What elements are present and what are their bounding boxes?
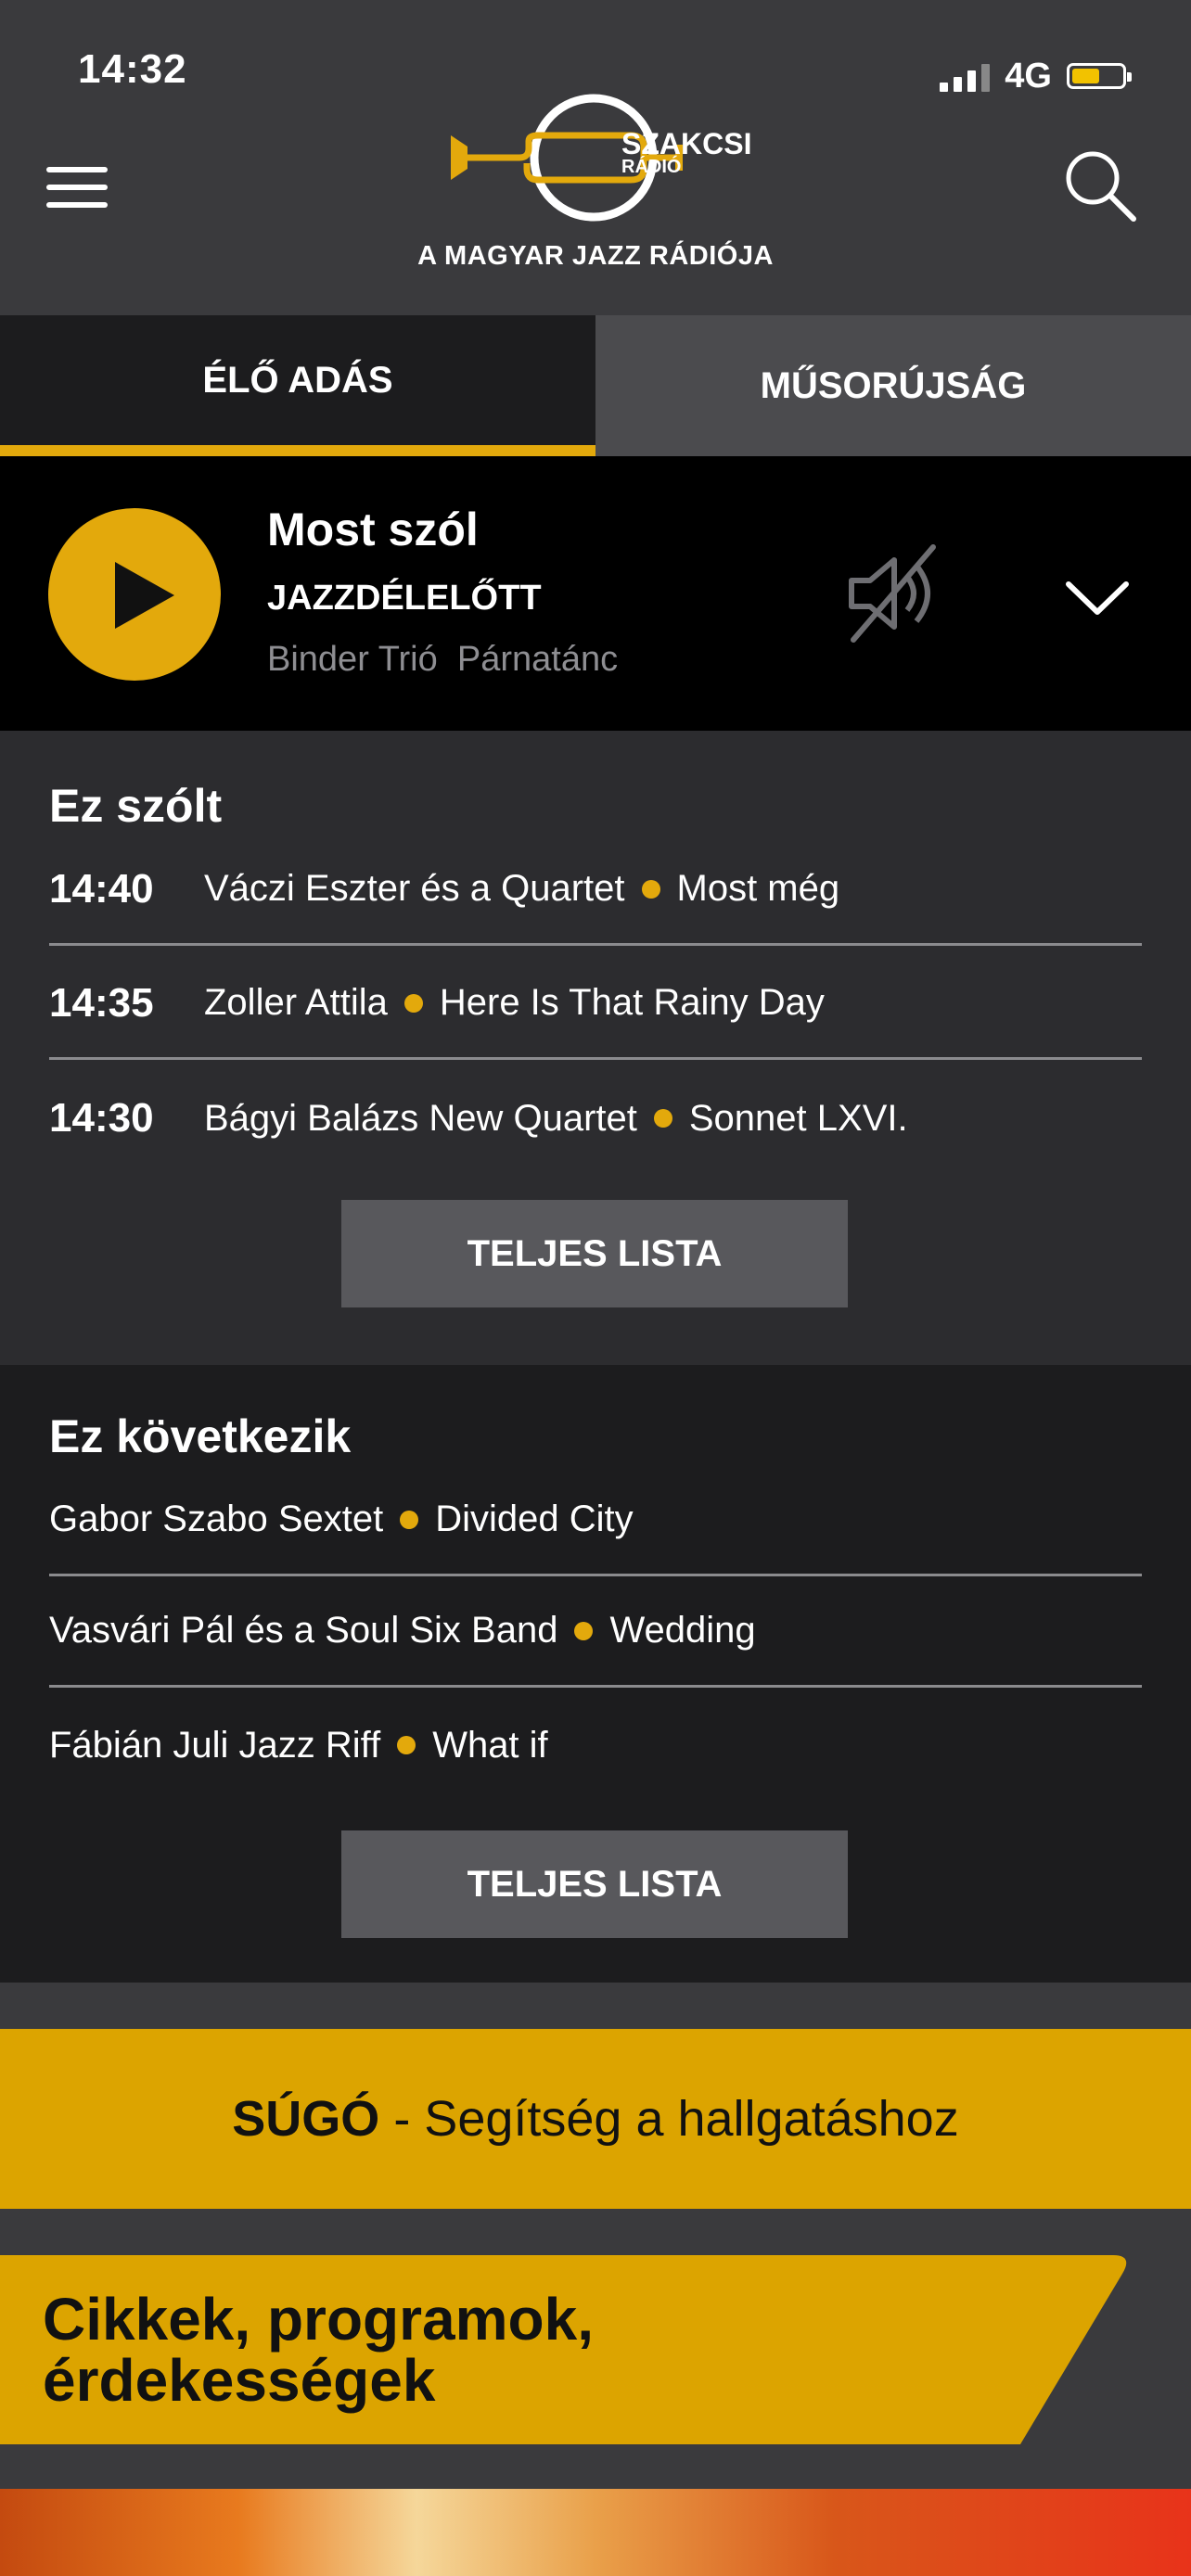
bullet-icon [574, 1621, 594, 1640]
played-artist: Váczi Eszter és a Quartet [204, 868, 625, 909]
now-playing-title: Most szól [267, 504, 479, 555]
played-title: Ez szólt [49, 780, 223, 832]
played-time: 14:30 [49, 1095, 154, 1141]
article-hero-image[interactable] [0, 2489, 1191, 2576]
tab-live[interactable]: ÉLŐ ADÁS [0, 315, 596, 456]
battery-level [1072, 69, 1099, 83]
bullet-icon [653, 1109, 672, 1128]
tab-program-guide[interactable]: MŰSORÚJSÁG [596, 315, 1191, 456]
chevron-down-icon[interactable] [1063, 577, 1132, 619]
search-icon[interactable] [1063, 148, 1137, 223]
upcoming-artist: Vasvári Pál és a Soul Six Band [49, 1610, 558, 1651]
played-time: 14:35 [49, 979, 154, 1026]
played-song: Here Is That Rainy Day [439, 982, 825, 1023]
played-row[interactable]: 14:40 Váczi Eszter és a Quartet Most még [49, 835, 1142, 946]
brand-name: SZAKCSI RÁDIÓ [621, 127, 752, 177]
played-artist: Zoller Attila [204, 982, 388, 1023]
played-song: Sonnet LXVI. [688, 1097, 908, 1139]
upcoming-song: Wedding [609, 1610, 756, 1651]
upcoming-song: What if [432, 1724, 548, 1766]
status-time: 14:32 [78, 46, 187, 92]
current-track: Binder Trió Párnatánc [267, 640, 619, 679]
upcoming-artist: Fábián Juli Jazz Riff [49, 1724, 381, 1766]
tagline: A MAGYAR JAZZ RÁDIÓJA [417, 241, 774, 271]
articles-banner[interactable]: Cikkek, programok, érdekességek [0, 2255, 1191, 2444]
battery-icon [1067, 63, 1132, 89]
signal-icon [940, 60, 991, 92]
upcoming-artist: Gabor Szabo Sextet [49, 1498, 384, 1539]
help-label: SÚGÓ [232, 2091, 380, 2147]
upcoming-row[interactable]: Vasvári Pál és a Soul Six Band Wedding [49, 1576, 1142, 1688]
hamburger-menu-button[interactable] [46, 167, 108, 208]
upcoming-title: Ez következik [49, 1410, 352, 1462]
upcoming-row[interactable]: Fábián Juli Jazz Riff What if [49, 1690, 1142, 1801]
upcoming-full-list-button[interactable]: TELJES LISTA [341, 1830, 848, 1938]
bullet-icon [397, 1736, 416, 1754]
played-row[interactable]: 14:30 Bágyi Balázs New Quartet Sonnet LX… [49, 1063, 1142, 1174]
status-indicators: 4G [940, 56, 1132, 96]
app-header: 14:32 4G SZAKCSI RÁDIÓ A MAGYAR JAZZ RÁD… [0, 0, 1191, 315]
upcoming-row[interactable]: Gabor Szabo Sextet Divided City [49, 1465, 1142, 1576]
main-tabs: ÉLŐ ADÁS MŰSORÚJSÁG [0, 315, 1191, 456]
bullet-icon [641, 879, 660, 899]
played-time: 14:40 [49, 865, 154, 912]
upcoming-song: Divided City [435, 1498, 634, 1539]
played-full-list-button[interactable]: TELJES LISTA [341, 1200, 848, 1307]
help-banner[interactable]: SÚGÓ - Segítség a hallgatáshoz [0, 2029, 1191, 2209]
current-show: JAZZDÉLELŐTT [267, 579, 542, 618]
bullet-icon [403, 993, 423, 1013]
played-song: Most még [676, 868, 840, 909]
played-artist: Bágyi Balázs New Quartet [204, 1097, 637, 1139]
network-label: 4G [1005, 56, 1052, 96]
play-button[interactable] [48, 508, 221, 681]
bullet-icon [400, 1510, 419, 1529]
played-row[interactable]: 14:35 Zoller Attila Here Is That Rainy D… [49, 949, 1142, 1060]
articles-heading: Cikkek, programok, érdekességek [43, 2286, 594, 2414]
help-text: - Segítség a hallgatáshoz [379, 2091, 959, 2147]
speaker-muted-icon[interactable] [840, 543, 941, 644]
